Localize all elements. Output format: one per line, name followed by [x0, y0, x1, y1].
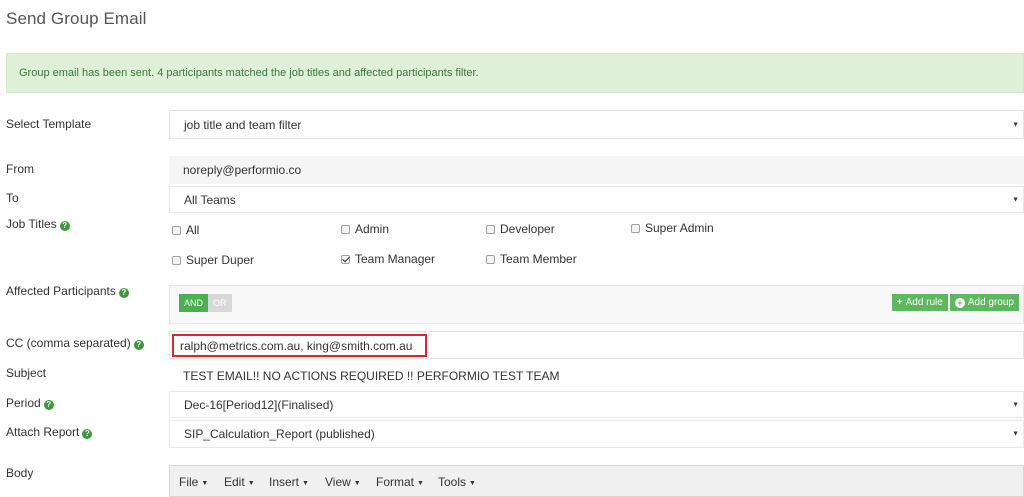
caret-down-icon: ▼	[417, 480, 424, 487]
from-value: noreply@performio.co	[183, 163, 302, 177]
query-builder-actions: + Add rule + Add group	[891, 294, 1019, 311]
question-circle-icon[interactable]: ?	[118, 288, 129, 298]
attach-report-value: SIP_Calculation_Report (published)	[184, 427, 375, 441]
menu-edit[interactable]: Edit ▼	[224, 475, 255, 489]
job-title-admin[interactable]: Admin	[341, 222, 389, 236]
checkbox[interactable]	[631, 224, 640, 233]
menu-file[interactable]: File ▼	[179, 475, 208, 489]
job-title-super-duper[interactable]: Super Duper	[172, 253, 254, 267]
period-value: Dec-16[Period12](Finalised)	[184, 397, 334, 412]
and-or-toggle: AND OR	[179, 294, 232, 312]
add-rule-button[interactable]: + Add rule	[891, 294, 948, 311]
template-label: Select Template	[6, 117, 92, 131]
attach-report-select[interactable]: SIP_Calculation_Report (published) ▼	[169, 420, 1024, 448]
caret-down-icon: ▼	[353, 480, 361, 487]
caret-down-icon: ▼	[302, 480, 309, 487]
menu-tools[interactable]: Tools ▼	[438, 475, 476, 489]
job-titles-label: Job Titles?	[6, 217, 70, 231]
plus-circle-icon: +	[954, 298, 965, 308]
to-select[interactable]: All Teams ▼	[169, 186, 1024, 213]
menu-insert[interactable]: Insert ▼	[269, 475, 309, 489]
caret-down-icon: ▼	[469, 480, 476, 487]
subject-value: TEST EMAIL!! NO ACTIONS REQUIRED !! PERF…	[183, 368, 560, 383]
attach-report-label: Attach Report?	[6, 425, 93, 439]
from-field: noreply@performio.co	[169, 156, 1024, 184]
caret-down-icon: ▼	[1012, 196, 1019, 203]
affected-participants-label: Affected Participants?	[6, 284, 129, 298]
checkbox[interactable]	[341, 225, 350, 234]
job-title-super-admin[interactable]: Super Admin	[631, 221, 714, 235]
editor-menubar: File ▼ Edit ▼ Insert ▼ View ▼ Format ▼ Tools ▼	[169, 465, 1024, 497]
checkbox[interactable]	[172, 256, 181, 265]
job-title-all[interactable]: All	[172, 223, 199, 237]
plus-icon: +	[896, 297, 903, 308]
checkbox[interactable]	[172, 226, 181, 235]
caret-down-icon: ▼	[1012, 401, 1019, 408]
body-label: Body	[6, 466, 34, 480]
period-label: Period?	[6, 396, 54, 410]
caret-down-icon: ▼	[247, 480, 255, 487]
checkbox[interactable]	[486, 255, 495, 264]
page-title: Send Group Email	[6, 9, 147, 28]
question-circle-icon[interactable]: ?	[43, 400, 54, 410]
caret-down-icon: ▼	[1012, 430, 1019, 438]
add-group-button[interactable]: + Add group	[949, 294, 1019, 311]
cc-value: ralph@metrics.com.au, king@smith.com.au	[180, 339, 413, 353]
to-label: To	[6, 191, 19, 205]
checkbox[interactable]	[486, 225, 495, 234]
to-value: All Teams	[184, 192, 236, 207]
question-circle-icon[interactable]: ?	[59, 221, 70, 231]
job-title-team-member[interactable]: Team Member	[486, 252, 577, 266]
question-circle-icon[interactable]: ?	[82, 429, 93, 439]
from-label: From	[6, 162, 34, 176]
template-value: job title and team filter	[184, 117, 302, 132]
template-select[interactable]: job title and team filter ▼	[169, 110, 1024, 139]
job-title-developer[interactable]: Developer	[486, 222, 555, 236]
caret-down-icon: ▼	[201, 480, 209, 487]
subject-label: Subject	[6, 366, 47, 380]
query-builder: AND OR + Add rule + Add group	[169, 285, 1024, 324]
menu-view[interactable]: View ▼	[325, 475, 361, 489]
or-button[interactable]: OR	[208, 294, 232, 312]
job-title-team-manager[interactable]: Team Manager	[341, 252, 435, 266]
and-button[interactable]: AND	[179, 294, 209, 312]
menu-format[interactable]: Format ▼	[376, 475, 424, 489]
checkbox-checked[interactable]	[341, 255, 350, 264]
subject-input[interactable]: TEST EMAIL!! NO ACTIONS REQUIRED !! PERF…	[169, 362, 1024, 389]
question-circle-icon[interactable]: ?	[133, 340, 144, 350]
cc-label: CC (comma separated)?	[6, 336, 144, 350]
success-alert: Group email has been sent. 4 participant…	[6, 53, 1024, 93]
caret-down-icon: ▼	[1012, 121, 1019, 128]
period-select[interactable]: Dec-16[Period12](Finalised) ▼	[169, 391, 1024, 418]
